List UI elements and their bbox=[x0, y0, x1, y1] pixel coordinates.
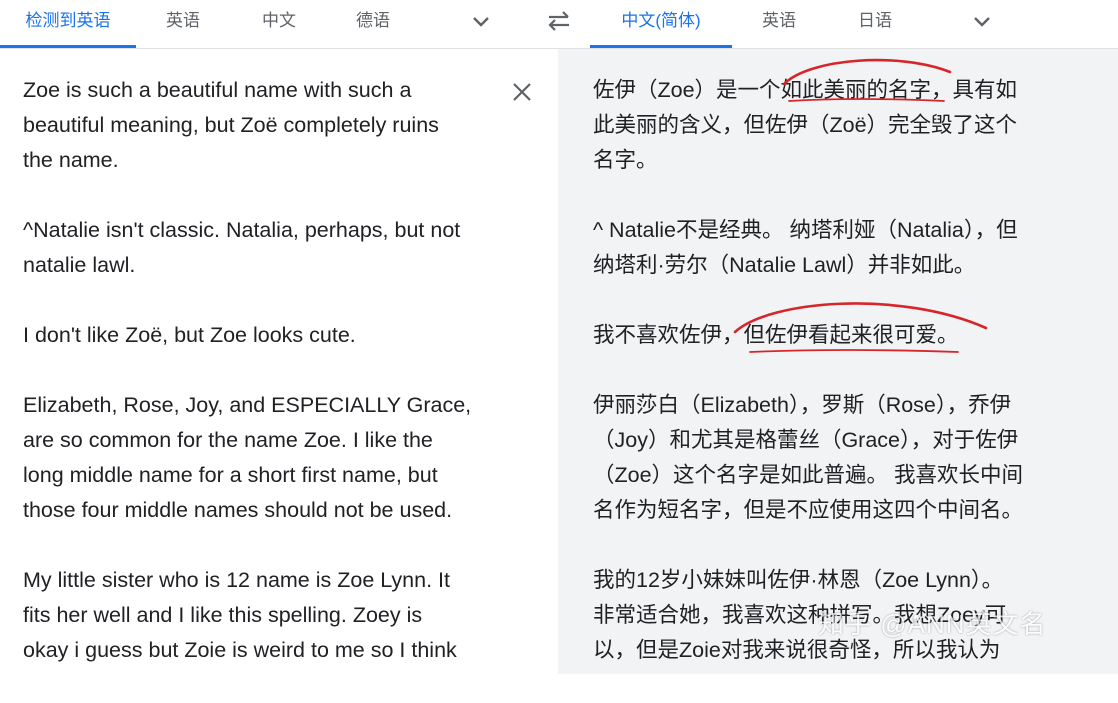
source-text-pane[interactable]: Zoe is such a beautiful name with such a… bbox=[0, 49, 558, 674]
tab-target-chinese-simplified[interactable]: 中文(简体) bbox=[590, 0, 732, 48]
tab-target-english[interactable]: 英语 bbox=[746, 0, 812, 48]
language-tab-bar: 检测到英语 英语 中文 德语 中文(简体) 英语 日语 bbox=[0, 0, 1118, 49]
translation-text: 佐伊（Zoe）是一个如此美丽的名字，具有如 此美丽的含义，但佐伊（Zoë）完全毁… bbox=[593, 73, 1058, 703]
source-paragraph: ^Natalie isn't classic. Natalia, perhaps… bbox=[23, 218, 461, 277]
chevron-down-icon[interactable] bbox=[471, 12, 491, 32]
translation-pane: 佐伊（Zoe）是一个如此美丽的名字，具有如 此美丽的含义，但佐伊（Zoë）完全毁… bbox=[558, 49, 1118, 674]
source-text[interactable]: Zoe is such a beautiful name with such a… bbox=[23, 73, 493, 703]
translation-paragraph: 伊丽莎白（Elizabeth），罗斯（Rose），乔伊 （Joy）和尤其是格蕾丝… bbox=[593, 393, 1024, 522]
tab-source-german[interactable]: 德语 bbox=[340, 0, 406, 48]
tab-source-chinese[interactable]: 中文 bbox=[246, 0, 312, 48]
source-paragraph: Zoe is such a beautiful name with such a… bbox=[23, 78, 439, 172]
source-paragraph: Elizabeth, Rose, Joy, and ESPECIALLY Gra… bbox=[23, 393, 472, 522]
tab-source-english[interactable]: 英语 bbox=[150, 0, 216, 48]
close-icon[interactable] bbox=[510, 80, 534, 104]
swap-languages-icon[interactable] bbox=[544, 8, 574, 34]
translation-paragraph: 佐伊（Zoe）是一个如此美丽的名字，具有如 此美丽的含义，但佐伊（Zoë）完全毁… bbox=[593, 78, 1018, 172]
source-paragraph: My little sister who is 12 name is Zoe L… bbox=[23, 568, 457, 662]
translation-paragraph: 我的12岁小妹妹叫佐伊·林恩（Zoe Lynn）。 非常适合她，我喜欢这种拼写。… bbox=[593, 568, 1007, 662]
translation-paragraph: ^ Natalie不是经典。 纳塔利娅（Natalia），但 纳塔利·劳尔（Na… bbox=[593, 218, 1018, 277]
translation-paragraph: 我不喜欢佐伊，但佐伊看起来很可爱。 bbox=[593, 323, 959, 347]
chevron-down-icon[interactable] bbox=[972, 12, 992, 32]
tab-target-japanese[interactable]: 日语 bbox=[842, 0, 908, 48]
source-paragraph: I don't like Zoë, but Zoe looks cute. bbox=[23, 323, 356, 347]
tab-detect-language[interactable]: 检测到英语 bbox=[0, 0, 136, 48]
